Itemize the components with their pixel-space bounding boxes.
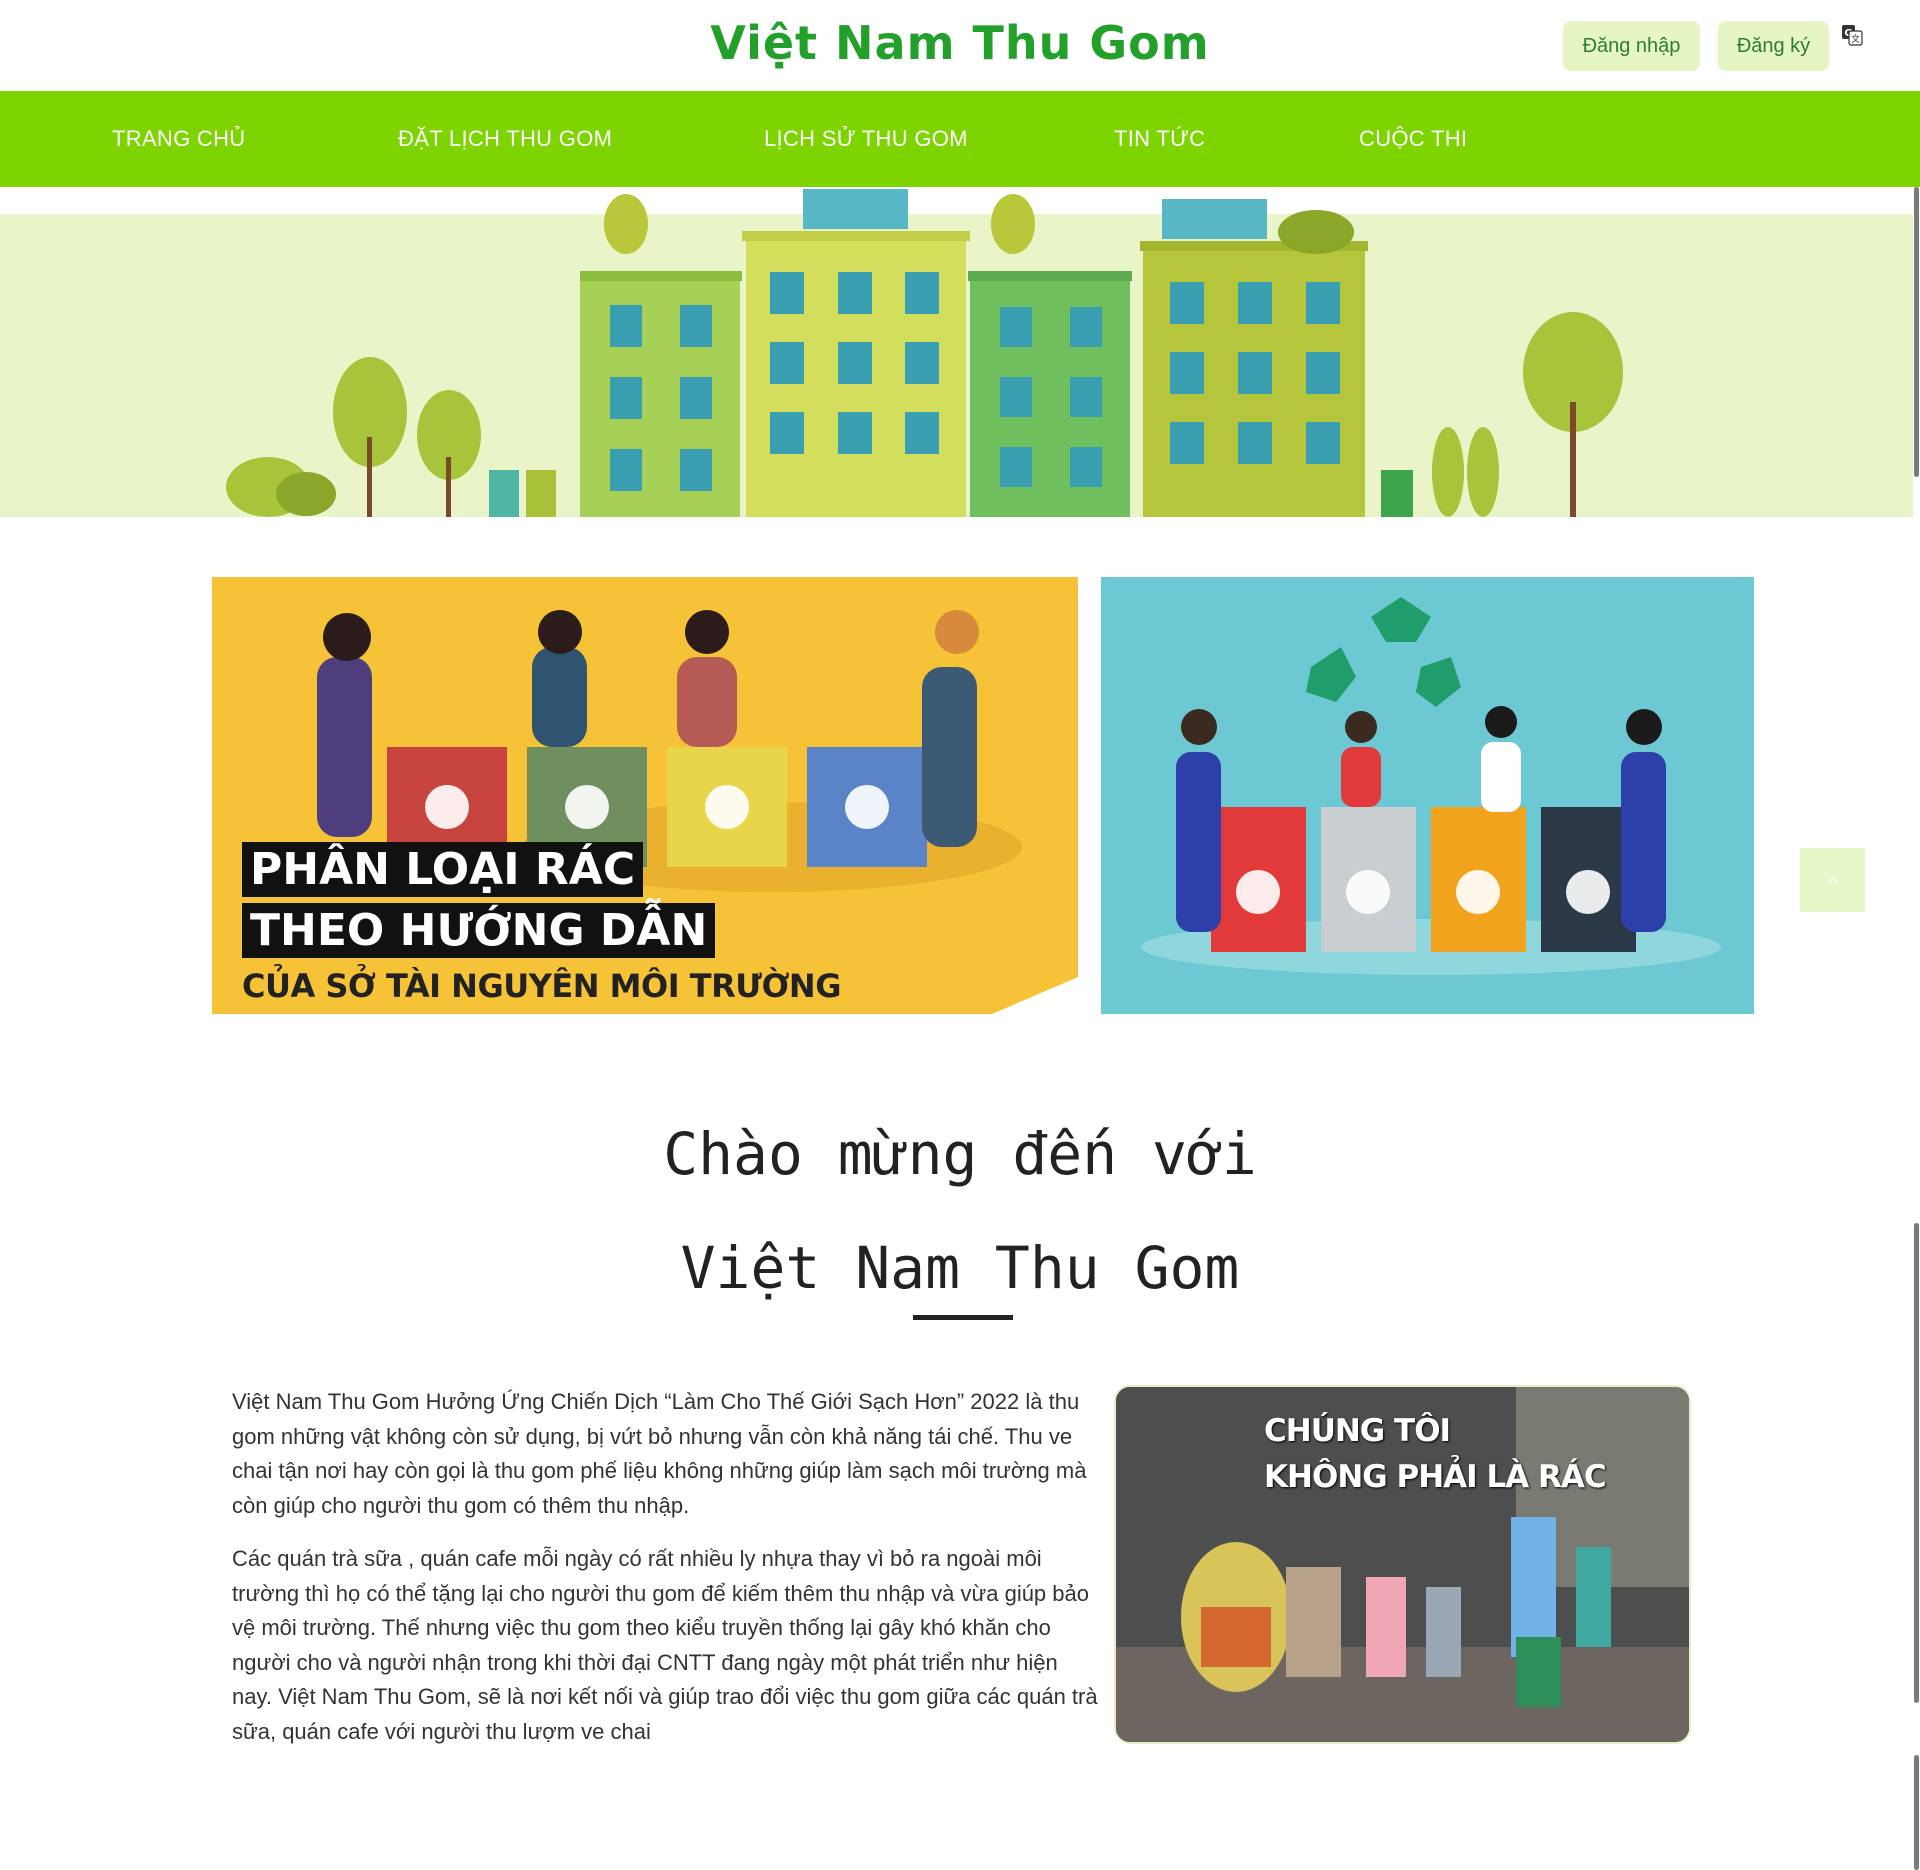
chevron-up-icon: [1827, 876, 1838, 884]
nav-item-schedule[interactable]: ĐẶT LỊCH THU GOM: [398, 91, 612, 187]
nav-item-home[interactable]: TRANG CHỦ: [112, 91, 245, 187]
page-scrollbar-thumb-top[interactable]: [1914, 187, 1919, 477]
nav-item-news[interactable]: TIN TỨC: [1114, 91, 1205, 187]
welcome-heading-line1: Chào mừng đến với: [663, 1120, 1257, 1188]
main-nav: TRANG CHỦ ĐẶT LỊCH THU GOM LỊCH SỬ THU G…: [0, 91, 1920, 187]
recycling-bins-image: [1101, 577, 1754, 1014]
waste-sorting-guide-image: PHÂN LOẠI RÁC THEO HƯỚNG DẪN CỦA SỞ TÀI …: [212, 577, 1078, 1014]
recycling-people-illustration: [1141, 597, 1721, 975]
google-translate-icon[interactable]: G 文: [1841, 24, 1863, 46]
feature-caption-line2: THEO HƯỚNG DẪN: [242, 903, 716, 958]
feature-caption-line1: PHÂN LOẠI RÁC: [242, 842, 644, 897]
register-button[interactable]: Đăng ký: [1718, 21, 1829, 71]
welcome-heading-line2: Việt Nam Thu Gom: [680, 1234, 1240, 1302]
hero-banner: [0, 187, 1920, 517]
photo-title-line1: CHÚNG TÔI: [1264, 1413, 1451, 1449]
feature-caption-line3: CỦA SỞ TÀI NGUYÊN MÔI TRƯỜNG: [242, 967, 841, 1005]
login-button[interactable]: Đăng nhập: [1563, 21, 1700, 71]
intro-paragraph-1: Việt Nam Thu Gom Hưởng Ứng Chiến Dịch “L…: [232, 1389, 1087, 1518]
not-trash-campaign-image: CHÚNG TÔI KHÔNG PHẢI LÀ RÁC: [1114, 1385, 1691, 1744]
page-scrollbar-thumb-bottom[interactable]: [1914, 1755, 1919, 1870]
nav-item-history[interactable]: LỊCH SỬ THU GOM: [764, 91, 968, 187]
intro-paragraph-2: Các quán trà sữa , quán cafe mỗi ngày có…: [232, 1546, 1098, 1744]
page-scrollbar-thumb[interactable]: [1914, 1223, 1919, 1703]
svg-text:文: 文: [1851, 33, 1860, 45]
city-buildings-illustration: [0, 189, 1920, 517]
photo-title-line2: KHÔNG PHẢI LÀ RÁC: [1264, 1459, 1607, 1495]
back-to-top-button[interactable]: [1800, 848, 1865, 912]
heading-underline: [913, 1315, 1013, 1320]
nav-item-contest[interactable]: CUỘC THI: [1359, 91, 1467, 187]
site-header: Việt Nam Thu Gom Đăng nhập Đăng ký G 文: [0, 0, 1920, 91]
